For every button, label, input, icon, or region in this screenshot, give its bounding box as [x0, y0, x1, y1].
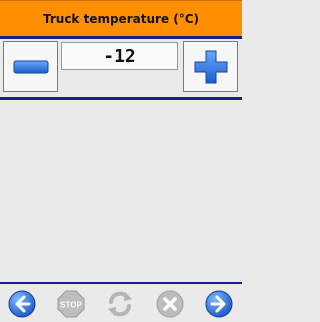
temperature-value: -12: [61, 42, 178, 70]
minus-icon: [13, 60, 48, 73]
forward-arrow-icon: [205, 290, 233, 318]
refresh-icon: [108, 291, 132, 317]
cancel-icon: [156, 290, 184, 318]
cancel-button[interactable]: [155, 289, 185, 319]
decrement-button[interactable]: [3, 41, 58, 92]
footer-toolbar: STOP: [0, 285, 242, 322]
forward-button[interactable]: [204, 289, 234, 319]
back-button[interactable]: [7, 289, 37, 319]
temperature-stepper: -12: [0, 41, 242, 96]
header-divider: [0, 36, 242, 39]
plus-icon: [194, 50, 227, 83]
footer-divider: [0, 282, 242, 284]
stop-button[interactable]: STOP: [56, 289, 86, 319]
increment-button[interactable]: [183, 41, 238, 92]
stop-label: STOP: [60, 301, 82, 310]
refresh-button[interactable]: [105, 289, 135, 319]
page-title: Truck temperature (°C): [42, 11, 199, 26]
stop-icon: STOP: [57, 290, 85, 318]
back-arrow-icon: [8, 290, 36, 318]
stepper-divider: [0, 97, 242, 100]
title-bar: Truck temperature (°C): [0, 0, 242, 36]
